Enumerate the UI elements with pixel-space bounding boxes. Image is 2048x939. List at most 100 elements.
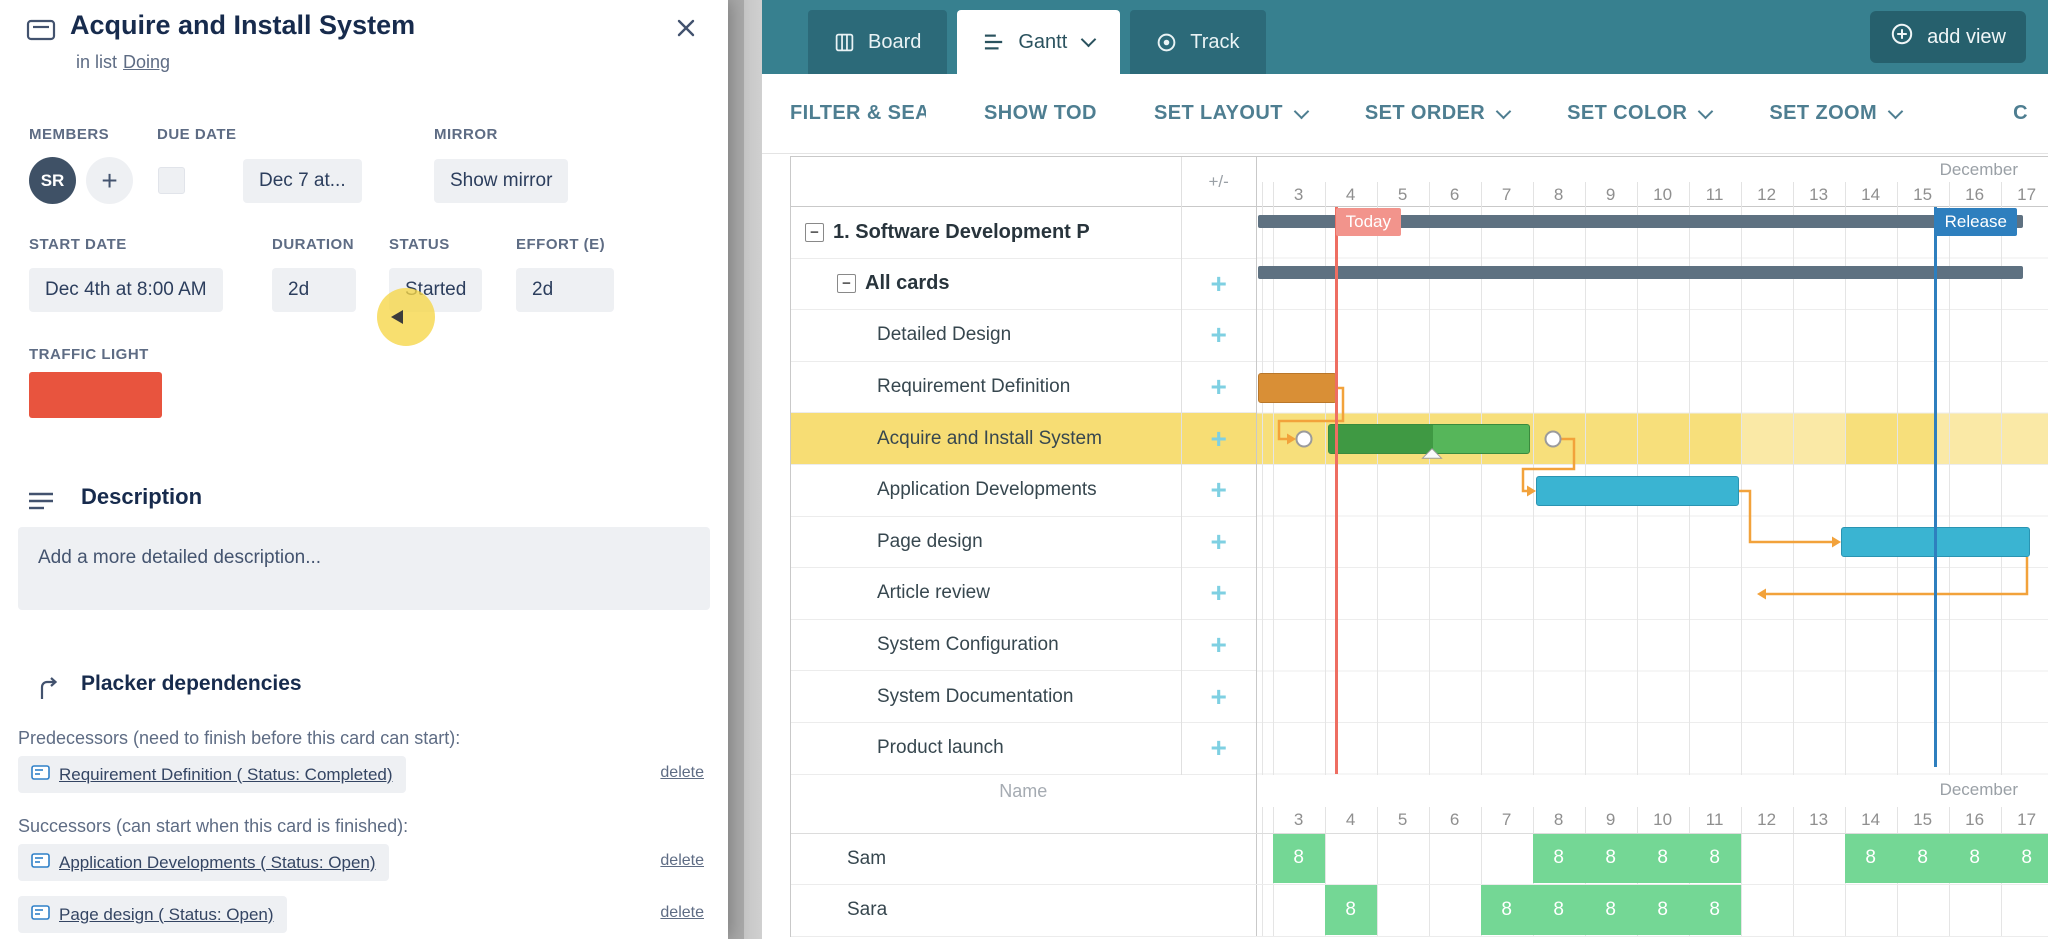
timeline-header: December 3 4 5 6 7 8 9 10 11 12 13 14 15 16 17 bbox=[1256, 157, 2048, 207]
add-view-button[interactable]: add view bbox=[1870, 11, 2026, 63]
dependency-card-link[interactable]: Requirement Definition ( Status: Complet… bbox=[18, 756, 406, 793]
gantt-bar-task[interactable] bbox=[1327, 424, 1530, 455]
gantt-bar-task[interactable] bbox=[1257, 372, 1337, 403]
cursor-highlight bbox=[377, 288, 435, 346]
traffic-light-swatch[interactable] bbox=[29, 372, 162, 418]
add-card-button[interactable] bbox=[1210, 683, 1226, 711]
gantt-bar-task[interactable] bbox=[1535, 475, 1739, 506]
gantt-row-name[interactable]: Requirement Definition bbox=[791, 362, 1181, 414]
gantt-bar-summary[interactable] bbox=[1257, 266, 2023, 280]
delete-dependency-link[interactable]: delete bbox=[660, 852, 704, 870]
effort-label: EFFORT (E) bbox=[516, 236, 606, 253]
start-date-button[interactable]: Dec 4th at 8:00 AM bbox=[29, 268, 223, 312]
gantt-row-name[interactable]: All cards bbox=[791, 259, 1181, 311]
toolbar-item-set-order[interactable]: SET ORDER bbox=[1364, 102, 1512, 125]
workload-cell: 8 bbox=[1272, 833, 1325, 884]
toolbar-item-label: SHOW TODAY bbox=[984, 102, 1096, 124]
collapse-icon[interactable] bbox=[837, 274, 856, 294]
task-name: 1. Software Development P bbox=[833, 220, 1090, 243]
due-date-button[interactable]: Dec 7 at... bbox=[243, 159, 362, 203]
in-list-line: in list Doing bbox=[76, 52, 170, 73]
dependency-card-link[interactable]: Page design ( Status: Open) bbox=[18, 896, 287, 933]
workload-cell: 8 bbox=[1584, 833, 1637, 884]
tab-track[interactable]: Track bbox=[1130, 10, 1266, 74]
effort-button[interactable]: 2d bbox=[516, 268, 614, 312]
toolbar-item-label: SET ORDER bbox=[1364, 102, 1486, 124]
toolbar-item-show-today[interactable]: SHOW TODAY bbox=[984, 102, 1096, 125]
day-header: 7 bbox=[1501, 185, 1512, 204]
add-card-button[interactable] bbox=[1210, 528, 1226, 556]
avatar[interactable]: SR bbox=[29, 157, 76, 204]
resource-cells: 888888 bbox=[1256, 885, 2048, 936]
gantt-row-name[interactable]: Article review bbox=[791, 568, 1181, 620]
plus-cell bbox=[1181, 413, 1256, 465]
collapse-icon[interactable] bbox=[805, 222, 824, 242]
resource-cells: 888888888 bbox=[1256, 833, 2048, 885]
chevron-down-icon bbox=[1293, 103, 1310, 119]
release-line bbox=[1933, 207, 1937, 767]
list-link[interactable]: Doing bbox=[123, 52, 170, 73]
mirror-label: MIRROR bbox=[434, 126, 498, 143]
toolbar-item-set-layout[interactable]: SET LAYOUT bbox=[1154, 102, 1310, 125]
add-card-button[interactable] bbox=[1210, 425, 1226, 453]
show-mirror-button[interactable]: Show mirror bbox=[434, 159, 569, 203]
tab-board[interactable]: Board bbox=[808, 10, 948, 74]
delete-dependency-link[interactable]: delete bbox=[660, 764, 704, 782]
in-list-prefix: in list bbox=[76, 52, 118, 72]
toolbar-item-set-color[interactable]: SET COLOR bbox=[1567, 102, 1714, 125]
resource-row[interactable]: Sara 8 8 8 8 8 8 bbox=[791, 885, 2048, 937]
description-icon bbox=[28, 491, 54, 516]
due-date-checkbox[interactable] bbox=[158, 167, 185, 194]
add-card-button[interactable] bbox=[1210, 579, 1226, 607]
delete-dependency-link[interactable]: delete bbox=[660, 904, 704, 922]
workload-cell: 8 bbox=[1688, 833, 1741, 884]
gantt-row-name[interactable]: System Configuration bbox=[791, 620, 1181, 672]
resource-name-header: Name bbox=[999, 780, 1048, 801]
gantt-row-name[interactable]: System Documentation bbox=[791, 671, 1181, 723]
add-card-button[interactable] bbox=[1210, 734, 1226, 762]
highlight-patch bbox=[1934, 413, 2048, 465]
gantt-row-name[interactable]: Detailed Design bbox=[791, 310, 1181, 362]
duration-button[interactable]: 2d bbox=[272, 268, 356, 312]
workload-cell: 8 bbox=[1324, 885, 1377, 935]
toolbar-item-set-zoom[interactable]: SET ZOOM bbox=[1769, 102, 1904, 125]
day-header: 3 bbox=[1293, 809, 1304, 829]
resource-name: Sam bbox=[847, 847, 887, 869]
gantt-row-name[interactable]: Product launch bbox=[791, 723, 1181, 775]
gantt-row-name[interactable]: Application Developments bbox=[791, 465, 1181, 517]
add-member-button[interactable] bbox=[86, 157, 133, 204]
day-header: 12 bbox=[1757, 185, 1777, 204]
description-input[interactable]: Add a more detailed description... bbox=[18, 527, 710, 610]
add-card-button[interactable] bbox=[1210, 476, 1226, 504]
task-name: System Configuration bbox=[877, 634, 1059, 656]
close-button[interactable] bbox=[668, 12, 704, 48]
dimmed-background-strip bbox=[728, 0, 762, 939]
gantt-row-name[interactable]: Page design bbox=[791, 517, 1181, 569]
toolbar-item-c[interactable]: C bbox=[2013, 102, 2028, 125]
dependency-card-link[interactable]: Application Developments ( Status: Open) bbox=[18, 844, 389, 881]
status-label: STATUS bbox=[389, 236, 450, 253]
tab-gantt[interactable]: Gantt bbox=[957, 10, 1121, 74]
day-header: 13 bbox=[1809, 809, 1829, 829]
add-card-button[interactable] bbox=[1210, 270, 1226, 298]
chevron-down-icon bbox=[1698, 103, 1714, 119]
task-name: Product launch bbox=[877, 737, 1004, 759]
workload-cell: 8 bbox=[1636, 885, 1689, 935]
workload-cell: 8 bbox=[1532, 833, 1585, 884]
card-icon bbox=[31, 764, 50, 785]
plus-rows bbox=[1181, 207, 1256, 775]
resource-header-left: Name bbox=[791, 774, 1257, 807]
view-bar: Board Gantt Track add view bbox=[762, 0, 2048, 74]
add-card-button[interactable] bbox=[1210, 373, 1226, 401]
day-header: 16 bbox=[1965, 809, 1985, 829]
workload-cell: 8 bbox=[1896, 833, 1949, 884]
add-card-button[interactable] bbox=[1210, 631, 1226, 659]
plus-cell bbox=[1181, 568, 1256, 620]
gantt-row-name[interactable]: 1. Software Development P bbox=[791, 207, 1181, 259]
task-name: Detailed Design bbox=[877, 324, 1012, 346]
add-card-button[interactable] bbox=[1210, 321, 1226, 349]
task-name: Article review bbox=[877, 582, 990, 604]
toolbar-item-filter-search[interactable]: FILTER & SEARCH bbox=[790, 102, 926, 125]
gantt-row-name[interactable]: Acquire and Install System bbox=[791, 413, 1181, 465]
resource-row[interactable]: Sam 8 8 8 8 8 8 8 8 8 bbox=[791, 833, 2048, 886]
